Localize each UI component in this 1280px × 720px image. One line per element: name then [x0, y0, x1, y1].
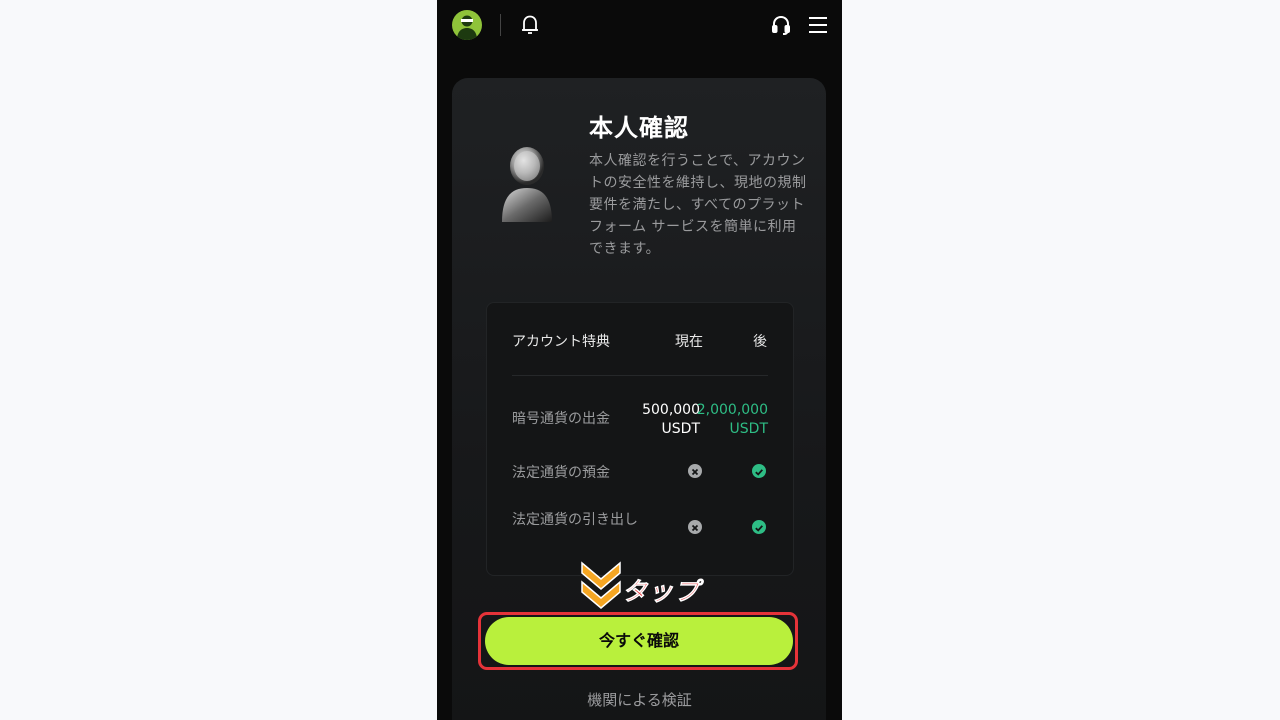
top-bar	[437, 0, 842, 50]
user-avatar-icon[interactable]	[452, 10, 482, 40]
benefit-row-label: 暗号通貨の出金	[512, 411, 610, 427]
headset-icon[interactable]	[770, 13, 792, 37]
x-circle-icon	[688, 520, 702, 534]
x-circle-icon	[688, 464, 702, 478]
check-circle-icon	[752, 520, 766, 534]
benefits-divider	[512, 375, 768, 376]
benefits-header-label: アカウント特典	[512, 334, 610, 350]
benefit-now-value: 500,000 USDT	[642, 402, 700, 437]
tap-annotation: タップ	[622, 577, 701, 607]
double-chevron-down-icon	[578, 560, 624, 612]
benefits-header-now: 現在	[675, 334, 703, 350]
page-title: 本人確認	[589, 114, 689, 142]
benefits-header-after: 後	[753, 334, 767, 350]
benefit-after-value: 2,000,000 USDT	[696, 402, 768, 437]
check-circle-icon	[752, 464, 766, 478]
person-silhouette-icon	[496, 144, 560, 226]
benefit-row-label: 法定通貨の引き出し	[512, 512, 638, 528]
verification-description: 本人確認を行うことで、アカウントの安全性を維持し、現地の規制要件を満たし、すべて…	[589, 153, 807, 257]
bell-icon[interactable]	[519, 13, 541, 37]
account-benefits-table: アカウント特典 現在 後 暗号通貨の出金 500,000 USDT 2,000,…	[486, 302, 794, 576]
institutional-verification-link[interactable]: 機関による検証	[437, 689, 842, 710]
benefit-row-label: 法定通貨の預金	[512, 465, 610, 481]
header-divider	[500, 14, 501, 36]
hamburger-menu-icon[interactable]	[807, 15, 829, 35]
verify-now-button[interactable]: 今すぐ確認	[485, 617, 793, 665]
